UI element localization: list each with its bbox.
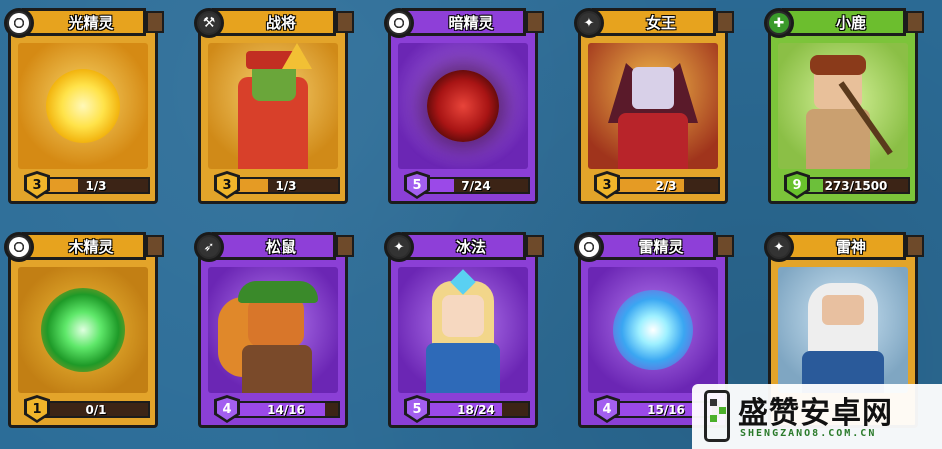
god-face — [822, 295, 864, 325]
card-name: 木精灵 — [68, 237, 114, 256]
squirrel-body — [242, 345, 312, 393]
card-name: 暗精灵 — [448, 13, 494, 32]
mage-face — [442, 295, 484, 337]
progress-count: 18/24 — [457, 402, 495, 417]
sparkle-icon: ✚ — [764, 8, 794, 38]
axe-icon: ⚒ — [194, 8, 224, 38]
card-art — [208, 43, 338, 169]
watermark-url: SHENGZANO8.COM.CN — [740, 428, 877, 439]
card-grid: 光精灵 3 1/3 战将 ⚒ 3 1/3 暗精灵 5 7/24 女王 ✦ 3 2… — [0, 0, 942, 449]
hero-card-wood-sprite[interactable]: 木精灵 1 0/1 — [4, 232, 164, 428]
card-art — [778, 267, 908, 393]
card-art — [588, 267, 718, 393]
progress-bar: 14/16 — [232, 401, 340, 418]
card-title-tab: 战将 — [212, 8, 354, 36]
card-progress: 5 7/24 — [404, 171, 530, 199]
card-name: 雷神 — [835, 237, 866, 256]
staff-icon: ✦ — [764, 232, 794, 262]
card-title-tab: 冰法 — [402, 232, 544, 260]
pokeball-icon — [4, 232, 34, 262]
phone-logo-icon — [704, 390, 730, 442]
progress-count: 15/16 — [647, 402, 685, 417]
progress-count: 2/3 — [655, 178, 677, 193]
squirrel-head — [248, 297, 304, 347]
card-name: 光精灵 — [68, 13, 114, 32]
progress-count: 14/16 — [267, 402, 305, 417]
progress-bar: 2/3 — [612, 177, 720, 194]
card-name: 战将 — [265, 13, 296, 32]
card-name: 雷精灵 — [638, 237, 684, 256]
card-art — [398, 43, 528, 169]
card-progress: 3 2/3 — [594, 171, 720, 199]
progress-count: 7/24 — [461, 178, 491, 193]
hero-card-queen[interactable]: 女王 ✦ 3 2/3 — [574, 8, 734, 204]
staff-icon: ✦ — [574, 8, 604, 38]
hero-card-warlord[interactable]: 战将 ⚒ 3 1/3 — [194, 8, 354, 204]
progress-bar: 1/3 — [42, 177, 150, 194]
wood-orb — [41, 288, 125, 372]
card-art — [778, 43, 908, 169]
light-orb — [46, 69, 120, 143]
fawn-body — [806, 109, 870, 169]
queen-body — [618, 113, 688, 169]
card-name: 冰法 — [455, 237, 486, 256]
fawn-hair — [810, 55, 866, 75]
hero-card-light-sprite[interactable]: 光精灵 3 1/3 — [4, 8, 164, 204]
card-progress: 4 14/16 — [214, 395, 340, 423]
pokeball-icon — [4, 8, 34, 38]
card-art — [588, 43, 718, 169]
card-title-tab: 松鼠 — [212, 232, 354, 260]
card-progress: 3 1/3 — [214, 171, 340, 199]
hero-card-dark-sprite[interactable]: 暗精灵 5 7/24 — [384, 8, 544, 204]
progress-bar: 18/24 — [422, 401, 530, 418]
card-art — [208, 267, 338, 393]
progress-count: 273/1500 — [824, 178, 888, 193]
card-title-tab: 雷精灵 — [592, 232, 734, 260]
progress-bar: 0/1 — [42, 401, 150, 418]
card-art — [18, 43, 148, 169]
card-title-tab: 小鹿 — [782, 8, 924, 36]
hero-card-ice-mage[interactable]: 冰法 ✦ 5 18/24 — [384, 232, 544, 428]
mage-robe — [426, 343, 500, 393]
pokeball-icon — [574, 232, 604, 262]
progress-bar: 7/24 — [422, 177, 530, 194]
card-title-tab: 雷神 — [782, 232, 924, 260]
watermark-title: 盛赞安卓网 — [738, 396, 893, 431]
thunder-orb — [613, 290, 693, 370]
watermark: 盛赞安卓网 SHENGZANO8.COM.CN — [692, 384, 942, 449]
card-name: 女王 — [645, 13, 676, 32]
progress-count: 0/1 — [85, 402, 107, 417]
hero-card-fawn[interactable]: 小鹿 ✚ 9 273/1500 — [764, 8, 924, 204]
card-progress: 3 1/3 — [24, 171, 150, 199]
progress-bar: 1/3 — [232, 177, 340, 194]
card-progress: 9 273/1500 — [784, 171, 910, 199]
card-title-tab: 木精灵 — [22, 232, 164, 260]
card-title-tab: 暗精灵 — [402, 8, 544, 36]
dark-orb — [427, 70, 499, 142]
card-name: 松鼠 — [265, 237, 296, 256]
bow-icon: ➶ — [194, 232, 224, 262]
card-art — [398, 267, 528, 393]
card-title-tab: 光精灵 — [22, 8, 164, 36]
card-title-tab: 女王 — [592, 8, 734, 36]
squirrel-hat — [238, 281, 318, 303]
staff-icon: ✦ — [384, 232, 414, 262]
progress-count: 1/3 — [275, 178, 297, 193]
progress-bar: 273/1500 — [802, 177, 910, 194]
card-art — [18, 267, 148, 393]
progress-bar: 15/16 — [612, 401, 720, 418]
card-progress: 5 18/24 — [404, 395, 530, 423]
pokeball-icon — [384, 8, 414, 38]
queen-face — [632, 67, 674, 109]
progress-count: 1/3 — [85, 178, 107, 193]
card-progress: 1 0/1 — [24, 395, 150, 423]
card-name: 小鹿 — [835, 13, 866, 32]
hero-card-squirrel[interactable]: 松鼠 ➶ 4 14/16 — [194, 232, 354, 428]
